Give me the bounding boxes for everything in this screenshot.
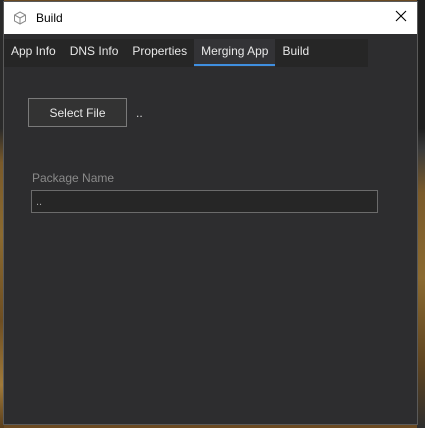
close-button[interactable] (385, 2, 417, 34)
tab-merging-app[interactable]: Merging App (194, 39, 276, 67)
title-bar[interactable]: Build (4, 2, 417, 34)
window-content: App Info DNS Info Properties Merging App… (4, 34, 417, 424)
window-title: Build (36, 11, 63, 25)
tab-dns-info[interactable]: DNS Info (63, 39, 126, 67)
select-file-button[interactable]: Select File (28, 98, 127, 127)
selected-file-path: .. (136, 106, 143, 120)
tab-app-info[interactable]: App Info (4, 39, 63, 67)
tab-build[interactable]: Build (275, 39, 316, 67)
cube-icon (13, 11, 27, 25)
build-window: Build App Info DNS Info Properties Mergi… (3, 1, 418, 425)
desktop-background-right (417, 0, 425, 428)
package-name-label: Package Name (32, 171, 115, 185)
close-icon (395, 9, 407, 27)
tab-properties[interactable]: Properties (125, 39, 194, 67)
package-name-input[interactable] (31, 190, 378, 213)
tab-bar: App Info DNS Info Properties Merging App… (4, 39, 368, 67)
